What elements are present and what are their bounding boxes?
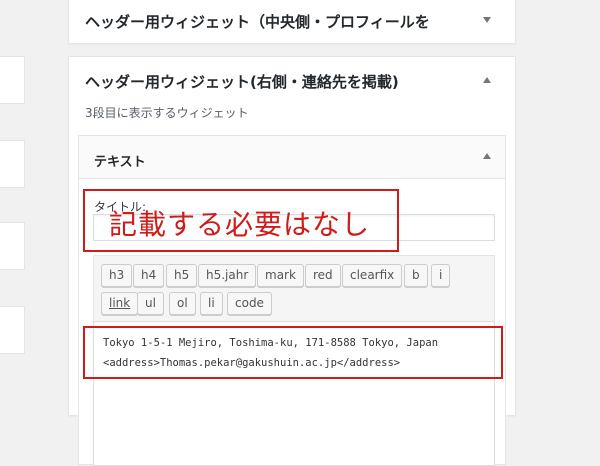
quicktag-h4-button[interactable]: h4 (133, 264, 165, 287)
widget-title[interactable]: テキスト (94, 151, 146, 170)
quicktag-ul-button[interactable]: ul (137, 292, 164, 315)
collapse-arrow-icon[interactable] (483, 17, 491, 23)
left-sidebar (0, 0, 48, 400)
quicktag-h3-button[interactable]: h3 (101, 264, 133, 287)
quicktag-bold-button[interactable]: b (404, 264, 428, 287)
annotation-content-box (83, 326, 503, 379)
quicktag-italic-button[interactable]: i (431, 264, 451, 287)
quicktags-toolbar: h3 h4 h5 h5.jahr mark red clearfix b i l… (93, 255, 495, 321)
quicktag-mark-button[interactable]: mark (257, 264, 304, 287)
quicktag-li-button[interactable]: li (200, 292, 223, 315)
quicktag-ol-button[interactable]: ol (169, 292, 196, 315)
annotation-text: 記載する必要はなし (109, 208, 371, 241)
widget-area-box[interactable] (0, 306, 25, 354)
widget-area-title[interactable]: ヘッダー用ウィジェット(右側・連絡先を掲載) (85, 71, 399, 92)
quicktag-red-button[interactable]: red (305, 264, 341, 287)
widget-header[interactable]: テキスト (79, 136, 505, 179)
widget-toggle-arrow-icon[interactable] (483, 153, 491, 159)
widget-area-box[interactable] (0, 56, 25, 104)
quicktag-code-button[interactable]: code (227, 292, 272, 315)
text-widget: テキスト タイトル: h3 h4 h5 h5.jahr mark red cle… (78, 135, 506, 466)
quicktag-h5jahr-button[interactable]: h5.jahr (198, 264, 257, 287)
quicktag-link-button[interactable]: link (101, 292, 139, 315)
widget-area-box[interactable] (0, 222, 25, 270)
widget-area-box[interactable] (0, 140, 25, 188)
quicktag-h5-button[interactable]: h5 (166, 264, 198, 287)
widget-area-header-center[interactable]: ヘッダー用ウィジェット（中央側・プロフィールを (68, 0, 516, 44)
expand-arrow-icon[interactable] (483, 77, 491, 83)
quicktag-clearfix-button[interactable]: clearfix (342, 264, 403, 287)
widget-area-description: 3段目に表示するウィジェット (85, 106, 249, 120)
widget-area-title[interactable]: ヘッダー用ウィジェット（中央側・プロフィールを (85, 11, 465, 32)
